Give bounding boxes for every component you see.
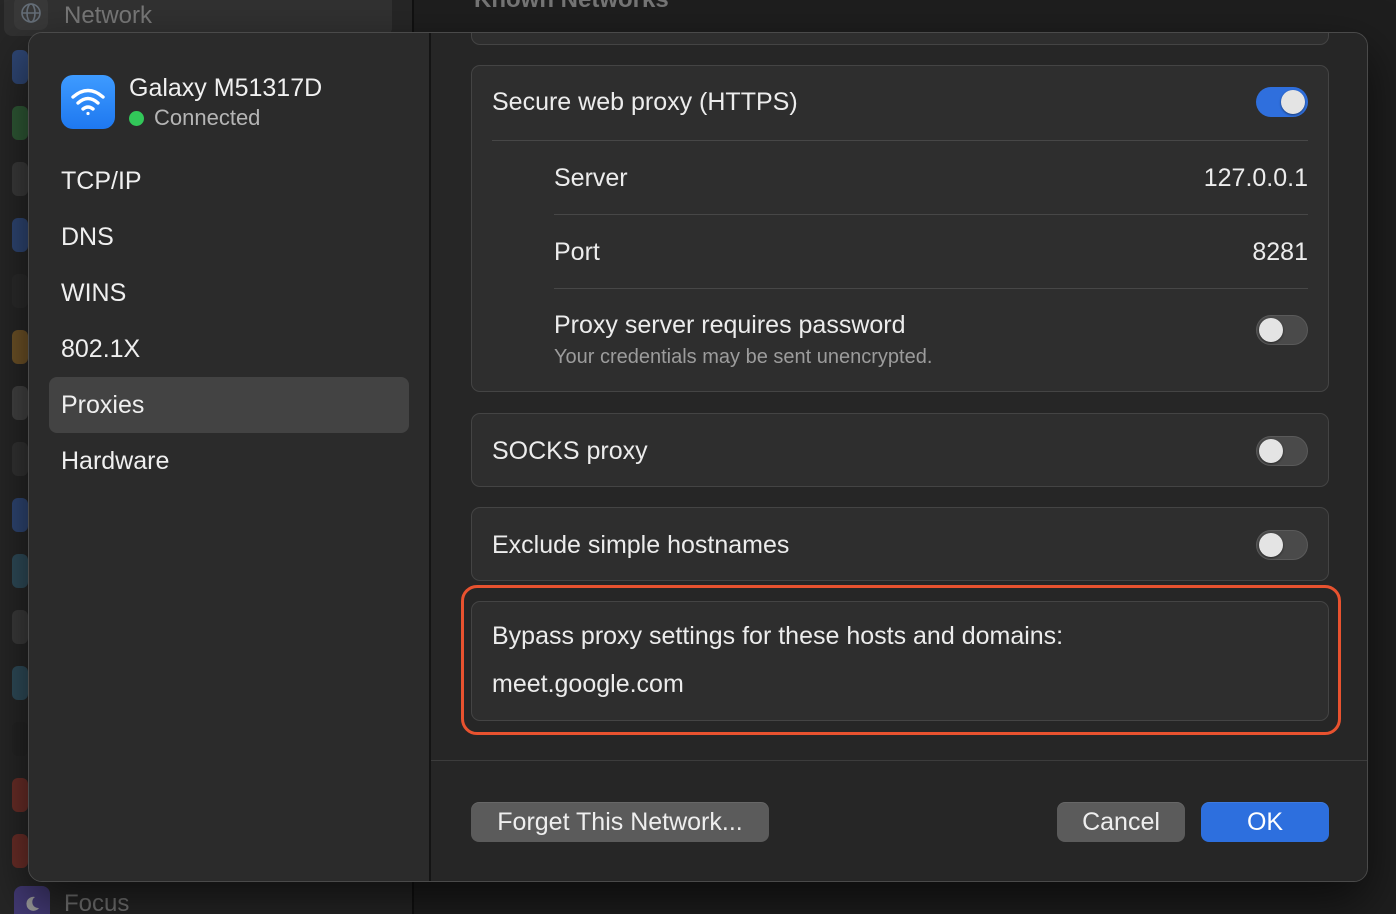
nav-item-8021x[interactable]: 802.1X <box>49 321 409 377</box>
proxy-password-toggle[interactable] <box>1256 315 1308 345</box>
nav-item-hardware[interactable]: Hardware <box>49 433 409 489</box>
secure-web-proxy-panel: Secure web proxy (HTTPS) Server 127.0.0.… <box>471 65 1329 392</box>
exclude-simple-hostnames-label: Exclude simple hostnames <box>492 530 790 559</box>
nav-item-tcpip[interactable]: TCP/IP <box>49 153 409 209</box>
secure-web-proxy-row: Secure web proxy (HTTPS) <box>492 84 1308 120</box>
nav-item-proxies[interactable]: Proxies <box>49 377 409 433</box>
server-value[interactable]: 127.0.0.1 <box>1204 164 1308 193</box>
exclude-simple-hostnames-panel: Exclude simple hostnames <box>471 507 1329 581</box>
moon-icon <box>14 886 50 914</box>
socks-proxy-toggle[interactable] <box>1256 436 1308 466</box>
globe-icon <box>14 0 48 30</box>
background-focus-label: Focus <box>64 890 130 914</box>
separator <box>492 140 1308 141</box>
footer-separator <box>431 760 1367 761</box>
port-label: Port <box>554 237 600 266</box>
bypass-panel: Bypass proxy settings for these hosts an… <box>471 601 1329 721</box>
nav-item-wins[interactable]: WINS <box>49 265 409 321</box>
secure-web-proxy-label: Secure web proxy (HTTPS) <box>492 87 798 116</box>
bypass-hosts-field[interactable]: meet.google.com <box>492 670 684 699</box>
forget-network-button[interactable]: Forget This Network... <box>471 802 769 842</box>
exclude-simple-hostnames-row: Exclude simple hostnames <box>492 526 1308 564</box>
server-row: Server 127.0.0.1 <box>554 160 1308 196</box>
network-name: Galaxy M51317D <box>129 74 323 102</box>
sheet-nav: TCP/IP DNS WINS 802.1X Proxies Hardware <box>49 153 409 489</box>
cancel-button[interactable]: Cancel <box>1057 802 1185 842</box>
proxies-content: Secure web proxy (HTTPS) Server 127.0.0.… <box>431 33 1367 881</box>
socks-proxy-panel: SOCKS proxy <box>471 413 1329 487</box>
network-status-text: Connected <box>154 105 261 130</box>
socks-proxy-row: SOCKS proxy <box>492 432 1308 470</box>
wifi-icon <box>61 75 115 129</box>
network-details-sheet: Galaxy M51317D Connected TCP/IP DNS WINS… <box>28 32 1368 882</box>
sheet-sidebar: Galaxy M51317D Connected TCP/IP DNS WINS… <box>29 33 429 881</box>
previous-panel-edge <box>471 33 1329 45</box>
separator <box>554 288 1308 289</box>
exclude-simple-hostnames-toggle[interactable] <box>1256 530 1308 560</box>
network-status: Connected <box>129 105 322 131</box>
proxy-password-note: Your credentials may be sent unencrypted… <box>554 346 933 368</box>
nav-item-dns[interactable]: DNS <box>49 209 409 265</box>
server-label: Server <box>554 163 628 192</box>
secure-web-proxy-toggle[interactable] <box>1256 87 1308 117</box>
socks-proxy-label: SOCKS proxy <box>492 436 648 465</box>
separator <box>554 214 1308 215</box>
background-sidebar-item-network[interactable]: Network <box>4 0 392 36</box>
port-row: Port 8281 <box>554 234 1308 270</box>
background-sidebar-item-focus[interactable]: Focus <box>14 886 129 914</box>
proxy-password-label: Proxy server requires password <box>554 311 906 339</box>
background-network-label: Network <box>64 2 153 29</box>
network-header: Galaxy M51317D Connected <box>61 73 322 131</box>
ok-button[interactable]: OK <box>1201 802 1329 842</box>
port-value[interactable]: 8281 <box>1252 238 1308 267</box>
connected-dot-icon <box>129 110 144 126</box>
background-known-networks-heading: Known Networks <box>474 0 669 14</box>
bypass-label: Bypass proxy settings for these hosts an… <box>492 622 1064 650</box>
proxy-password-row: Proxy server requires password Your cred… <box>554 308 1308 372</box>
background-sidebar-icons <box>12 50 28 870</box>
